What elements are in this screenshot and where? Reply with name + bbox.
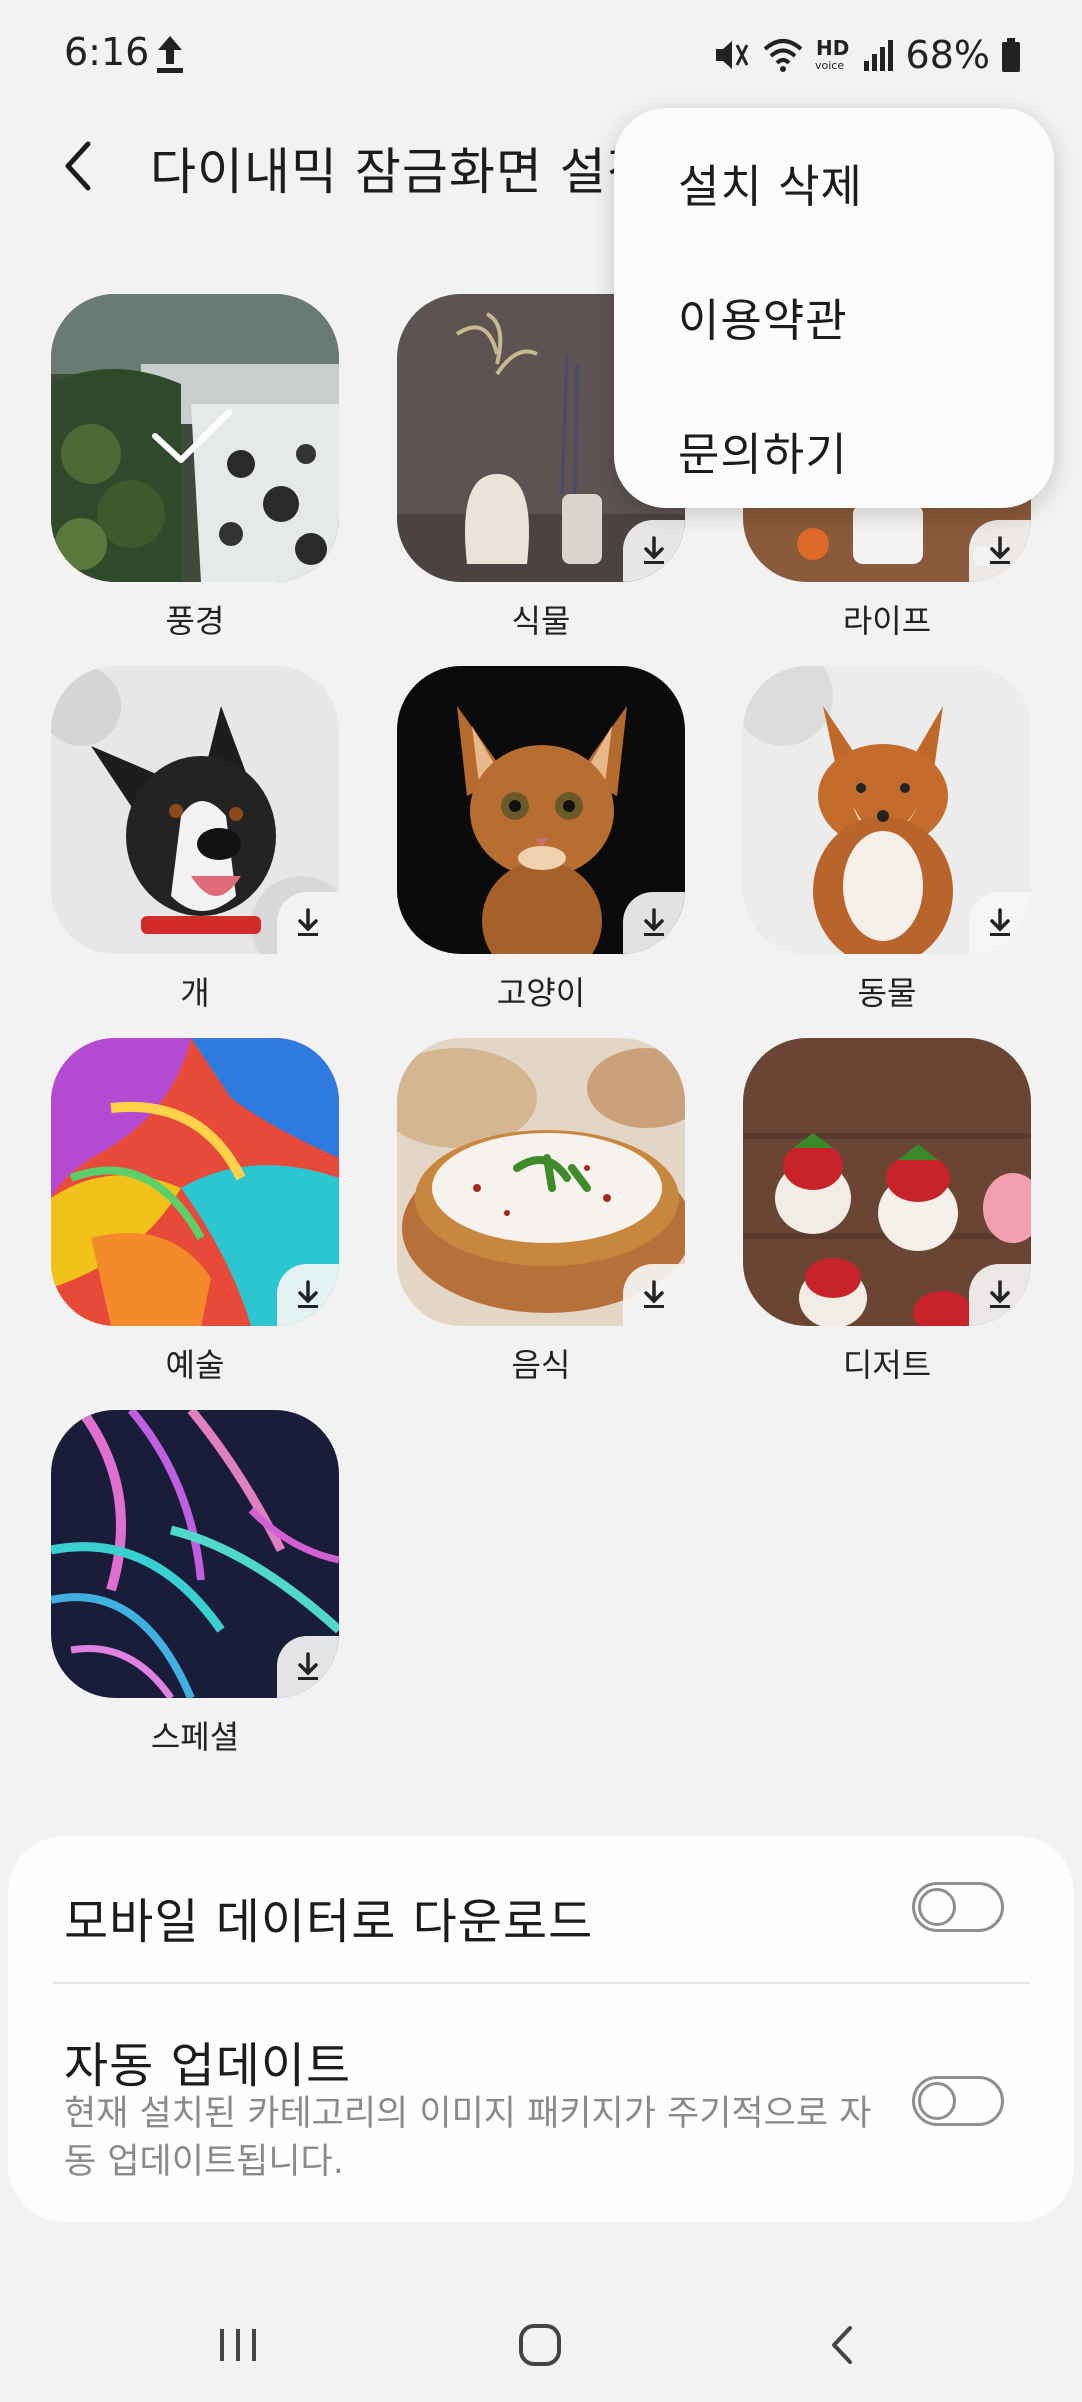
download-button[interactable] <box>277 1636 339 1698</box>
status-icons: HD voice 68% <box>712 30 1022 80</box>
toggle-knob <box>918 1888 956 1926</box>
category-tile-food[interactable] <box>397 1038 685 1326</box>
svg-text:HD: HD <box>816 36 849 60</box>
page-title: 다이내믹 잠금화면 설정 <box>150 143 654 201</box>
category-tile-art[interactable] <box>51 1038 339 1326</box>
download-icon <box>644 1280 664 1308</box>
back-nav-icon <box>832 2326 852 2364</box>
menu-item-terms[interactable]: 이용약관 <box>678 284 848 349</box>
battery-percent: 68% <box>905 33 990 77</box>
upload-icon <box>157 36 183 73</box>
status-bar: 6:16 HD voice 68% <box>0 0 1082 112</box>
category-label: 풍경 <box>165 602 225 640</box>
download-button[interactable] <box>623 520 685 582</box>
battery-icon <box>1002 38 1020 72</box>
hd-voice-icon: HD voice <box>815 36 849 72</box>
download-icon <box>990 908 1010 936</box>
mobile-data-download-label: 모바일 데이터로 다운로드 <box>64 1894 594 1950</box>
category-tile-cat[interactable] <box>397 666 685 954</box>
divider <box>53 1982 1029 1984</box>
category-tile-dessert[interactable] <box>743 1038 1031 1326</box>
landscape-thumbnail <box>51 294 339 582</box>
category-tile-animal[interactable] <box>743 666 1031 954</box>
download-button[interactable] <box>969 1264 1031 1326</box>
category-label: 식물 <box>511 602 571 640</box>
category-label: 스페셜 <box>150 1718 240 1756</box>
download-icon <box>990 536 1010 564</box>
download-button[interactable] <box>277 1264 339 1326</box>
recent-apps-icon <box>220 2329 256 2361</box>
home-button[interactable] <box>500 2310 580 2380</box>
download-button[interactable] <box>623 892 685 954</box>
download-icon <box>298 1652 318 1680</box>
download-button[interactable] <box>623 1264 685 1326</box>
recent-apps-button[interactable] <box>198 2310 278 2380</box>
category-label: 예술 <box>165 1346 225 1384</box>
svg-text:voice: voice <box>815 59 844 72</box>
download-icon <box>644 908 664 936</box>
category-label: 동물 <box>857 974 917 1012</box>
download-icon <box>644 536 664 564</box>
category-tile-special[interactable] <box>51 1410 339 1698</box>
signal-icon <box>863 40 893 71</box>
category-tile-dog[interactable] <box>51 666 339 954</box>
settings-card: 모바일 데이터로 다운로드 자동 업데이트 현재 설치된 카테고리의 이미지 패… <box>8 1836 1074 2222</box>
home-icon <box>519 2324 561 2366</box>
category-tile-landscape[interactable] <box>51 294 339 582</box>
overflow-menu: 설치 삭제 이용약관 문의하기 <box>614 108 1054 508</box>
download-icon <box>298 908 318 936</box>
category-label: 고양이 <box>496 974 586 1012</box>
download-icon <box>990 1280 1010 1308</box>
download-button[interactable] <box>969 892 1031 954</box>
back-nav-button[interactable] <box>802 2310 882 2380</box>
menu-item-contact[interactable]: 문의하기 <box>678 418 848 483</box>
toggle-knob <box>918 2082 956 2120</box>
download-button[interactable] <box>969 520 1031 582</box>
mute-icon <box>715 41 748 69</box>
category-label: 라이프 <box>842 602 932 640</box>
auto-update-label: 자동 업데이트 <box>64 2038 352 2094</box>
menu-item-uninstall[interactable]: 설치 삭제 <box>678 150 863 215</box>
mobile-data-download-toggle[interactable] <box>912 1882 1004 1932</box>
back-button[interactable] <box>52 130 116 202</box>
back-arrow-icon <box>65 141 91 191</box>
auto-update-description: 현재 설치된 카테고리의 이미지 패키지가 주기적으로 자동 업데이트됩니다. <box>64 2094 872 2182</box>
category-label: 디저트 <box>842 1346 932 1384</box>
download-icon <box>298 1280 318 1308</box>
auto-update-toggle[interactable] <box>912 2076 1004 2126</box>
category-label: 음식 <box>511 1346 571 1384</box>
download-button[interactable] <box>277 892 339 954</box>
wifi-icon <box>763 39 802 72</box>
status-time: 6:16 <box>64 30 150 74</box>
navigation-bar <box>0 2280 1082 2402</box>
category-label: 개 <box>180 974 210 1012</box>
